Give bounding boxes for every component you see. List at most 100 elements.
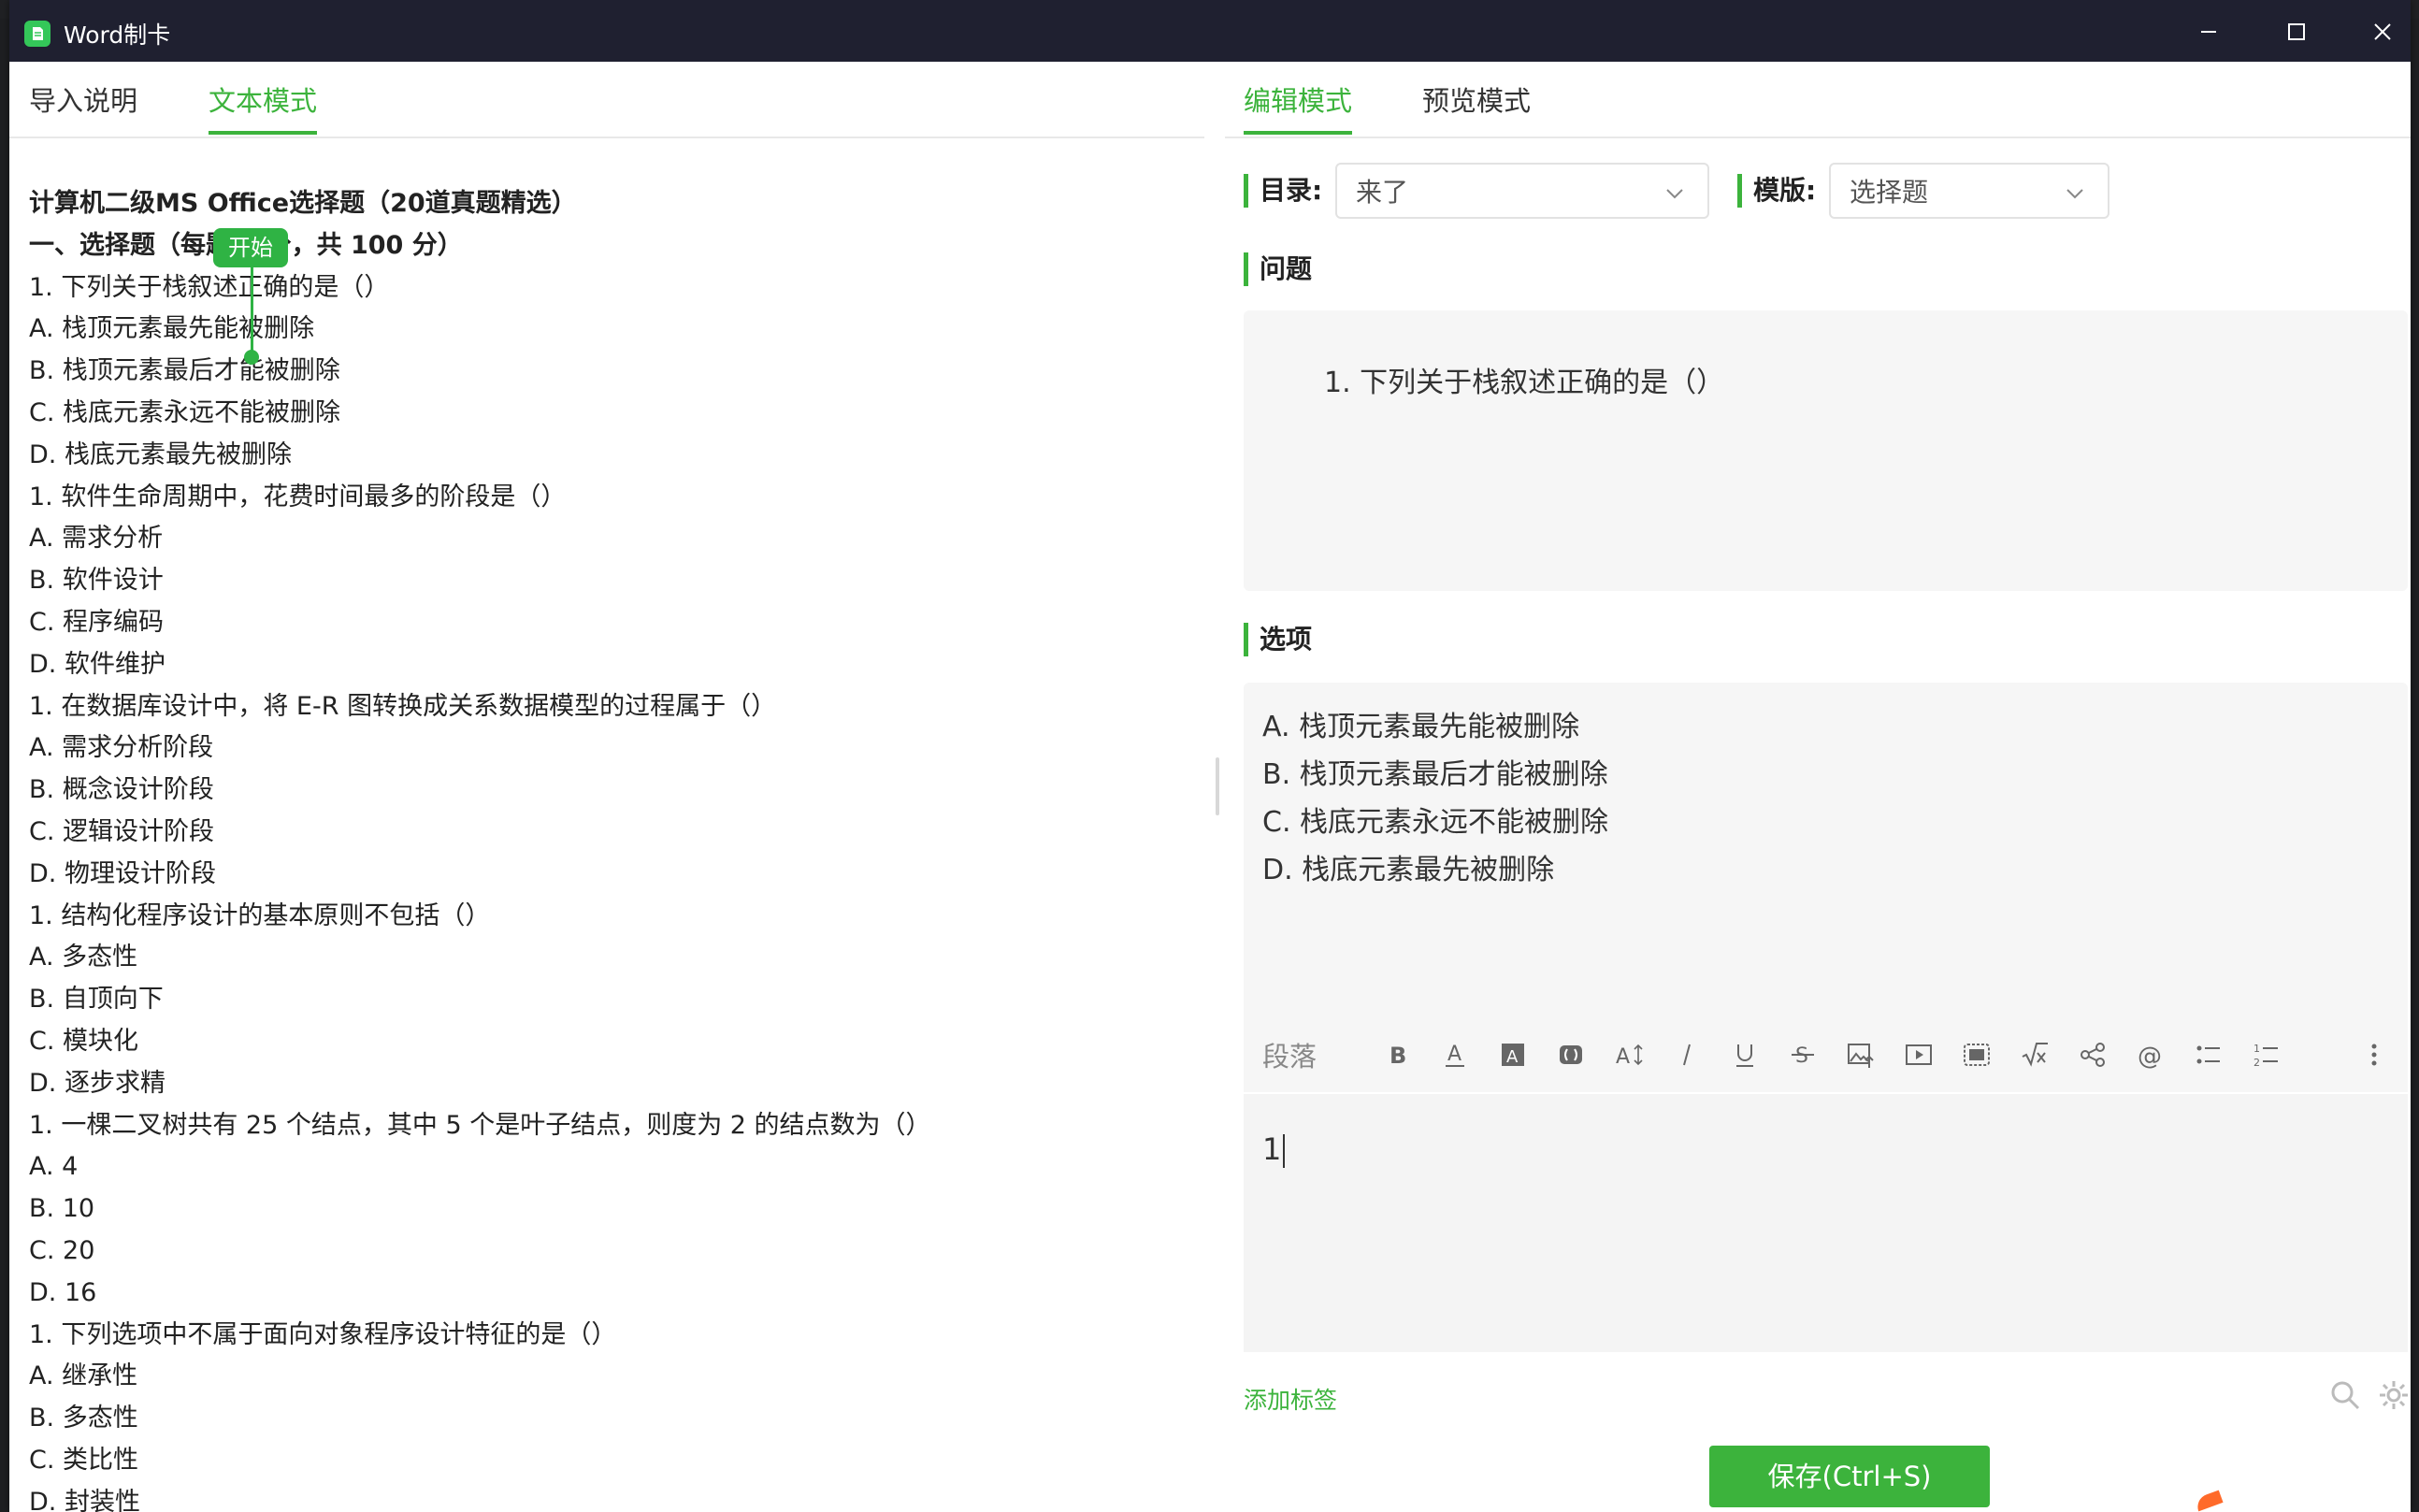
- svg-text:2: 2: [2253, 1057, 2260, 1069]
- document-line: A. 需求分析阶段: [29, 733, 214, 763]
- option-d: D. 栈底元素最先被删除: [1262, 854, 1555, 886]
- document-line: D. 逐步求精: [29, 1068, 166, 1098]
- app-icon: [24, 21, 50, 47]
- svg-text:S: S: [1795, 1044, 1808, 1068]
- underline-icon[interactable]: [1730, 1040, 1760, 1070]
- right-tabs: 编辑模式 预览模式: [1225, 62, 2411, 138]
- document-line: B. 概念设计阶段: [29, 775, 214, 805]
- left-tabs: 导入说明 文本模式: [9, 62, 1204, 138]
- insert-image-icon[interactable]: [1846, 1040, 1876, 1070]
- font-size-icon[interactable]: A: [1614, 1040, 1644, 1070]
- start-marker-handle[interactable]: [244, 350, 259, 365]
- question-label: 问题: [1244, 252, 1312, 286]
- document-line: A. 栈顶元素最先能被删除: [29, 314, 315, 344]
- svg-text:B: B: [1389, 1043, 1406, 1069]
- window-title: Word制卡: [64, 22, 171, 49]
- document-line: B. 栈顶元素最后才能被删除: [29, 356, 340, 386]
- catalog-select-value: 来了: [1356, 177, 1409, 208]
- document-line: D. 16: [29, 1277, 97, 1307]
- svg-text:1: 1: [2253, 1043, 2260, 1055]
- document-line: D. 物理设计阶段: [29, 858, 216, 888]
- paragraph-style-select[interactable]: 段落: [1262, 1035, 1382, 1074]
- svg-text:A: A: [1447, 1043, 1461, 1066]
- start-marker-bubble[interactable]: 开始: [213, 228, 288, 267]
- document-line: C. 栈底元素永远不能被删除: [29, 397, 341, 427]
- formula-icon[interactable]: [2020, 1040, 2050, 1070]
- document-line: B. 软件设计: [29, 566, 164, 596]
- bold-icon[interactable]: B: [1382, 1040, 1412, 1070]
- format-clear-icon[interactable]: [1556, 1040, 1586, 1070]
- document-line: A. 4: [29, 1152, 79, 1182]
- more-icon[interactable]: [2359, 1040, 2389, 1070]
- document-line: C. 类比性: [29, 1445, 139, 1475]
- maximize-button[interactable]: [2276, 13, 2317, 50]
- bullet-list-icon[interactable]: [2194, 1040, 2224, 1070]
- catalog-select[interactable]: 来了: [1335, 163, 1709, 219]
- tab-import-guide[interactable]: 导入说明: [29, 82, 137, 135]
- edit-mode-pane: 编辑模式 预览模式 目录: 来了 模版: 选择题 问题 1. 下列关于栈叙述正确…: [1225, 62, 2411, 1512]
- gear-icon[interactable]: [2377, 1378, 2411, 1412]
- svg-text:A: A: [1616, 1045, 1630, 1069]
- editor-content: 1: [1262, 1131, 1286, 1168]
- minimize-button[interactable]: [2188, 13, 2229, 50]
- highlight-icon[interactable]: A: [1498, 1040, 1528, 1070]
- document-line: B. 多态性: [29, 1404, 138, 1433]
- italic-icon[interactable]: [1672, 1040, 1702, 1070]
- document-line: C. 模块化: [29, 1026, 139, 1056]
- mention-icon[interactable]: @: [2136, 1040, 2166, 1070]
- editor-content-text: 1: [1262, 1131, 1282, 1167]
- document-line: 1. 在数据库设计中，将 E-R 图转换成关系数据模型的过程属于（）: [29, 691, 777, 721]
- search-icon[interactable]: [2328, 1378, 2362, 1412]
- options-editor[interactable]: A. 栈顶元素最先能被删除 B. 栈顶元素最后才能被删除 C. 栈底元素永远不能…: [1244, 683, 2408, 1038]
- document-line: 计算机二级MS Office选择题（20道真题精选）: [29, 189, 577, 218]
- strikethrough-icon[interactable]: S: [1788, 1040, 1818, 1070]
- save-button[interactable]: 保存(Ctrl+S): [1709, 1446, 1990, 1507]
- option-c: C. 栈底元素永远不能被删除: [1262, 806, 1609, 839]
- chevron-down-icon: [2066, 189, 2083, 199]
- catalog-label: 目录:: [1244, 174, 1322, 208]
- editor-input-area[interactable]: 1: [1244, 1092, 2408, 1352]
- template-label: 模版:: [1737, 174, 1816, 208]
- start-marker-line: [251, 267, 253, 353]
- insert-video-icon[interactable]: [1904, 1040, 1934, 1070]
- numbered-list-icon[interactable]: 12: [2252, 1040, 2282, 1070]
- document-line: 1. 结构化程序设计的基本原则不包括（）: [29, 900, 491, 930]
- share-icon[interactable]: [2078, 1040, 2108, 1070]
- document-line: B. 10: [29, 1194, 95, 1224]
- document-text[interactable]: 计算机二级MS Office选择题（20道真题精选） 一、选择题（每题 5 分，共…: [29, 183, 1188, 1512]
- document-line: C. 程序编码: [29, 607, 165, 637]
- pane-splitter[interactable]: [1216, 757, 1219, 815]
- svg-text:@: @: [2138, 1043, 2162, 1070]
- question-editor[interactable]: 1. 下列关于栈叙述正确的是（）: [1244, 310, 2408, 591]
- document-line: A. 需求分析: [29, 524, 164, 554]
- tab-text-mode[interactable]: 文本模式: [209, 82, 318, 135]
- document-line: C. 20: [29, 1235, 95, 1265]
- document-line: D. 封装性: [29, 1487, 140, 1512]
- title-bar: Word制卡: [9, 0, 2411, 62]
- document-line: 1. 下列关于栈叙述正确的是（）: [29, 272, 390, 302]
- document-line: 1. 下列选项中不属于面向对象程序设计特征的是（）: [29, 1319, 617, 1349]
- insert-box-icon[interactable]: [1962, 1040, 1992, 1070]
- template-select-value: 选择题: [1850, 177, 1929, 208]
- document-line: 一、选择题（每题 5 分，共 100 分）: [29, 230, 463, 260]
- document-line: D. 栈底元素最先被删除: [29, 439, 292, 469]
- svg-text:A: A: [1506, 1047, 1519, 1067]
- tab-edit-mode[interactable]: 编辑模式: [1244, 82, 1353, 135]
- document-line: B. 自顶向下: [29, 985, 164, 1015]
- document-line: A. 继承性: [29, 1361, 138, 1391]
- add-tag-link[interactable]: 添加标签: [1244, 1382, 1337, 1416]
- document-line: D. 软件维护: [29, 649, 166, 679]
- tab-preview-mode[interactable]: 预览模式: [1422, 82, 1531, 135]
- close-button[interactable]: [2362, 13, 2403, 50]
- document-line: 1. 一棵二叉树共有 25 个结点，其中 5 个是叶子结点，则度为 2 的结点数…: [29, 1110, 931, 1140]
- text-mode-pane: 导入说明 文本模式 计算机二级MS Office选择题（20道真题精选） 一、选择…: [9, 62, 1204, 1512]
- option-a: A. 栈顶元素最先能被删除: [1262, 711, 1580, 743]
- template-select[interactable]: 选择题: [1829, 163, 2109, 219]
- rich-text-editor: 段落 B A A A S @ 12 1: [1244, 997, 2408, 1352]
- document-line: 1. 软件生命周期中，花费时间最多的阶段是（）: [29, 482, 567, 511]
- options-label: 选项: [1244, 623, 1312, 656]
- options-list: A. 栈顶元素最先能被删除 B. 栈顶元素最后才能被删除 C. 栈底元素永远不能…: [1262, 703, 1608, 894]
- editor-toolbar: 段落 B A A A S @ 12: [1262, 1030, 2389, 1079]
- font-color-icon[interactable]: A: [1440, 1040, 1470, 1070]
- question-text: 1. 下列关于栈叙述正确的是（）: [1324, 367, 1725, 399]
